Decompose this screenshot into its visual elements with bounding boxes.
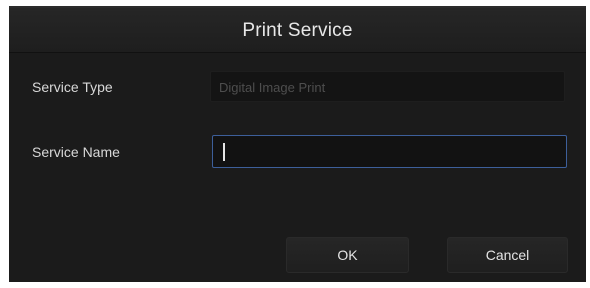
- text-caret: [223, 143, 225, 161]
- service-name-label: Service Name: [32, 144, 120, 160]
- dialog-title: Print Service: [242, 20, 353, 41]
- ok-button[interactable]: OK: [286, 237, 409, 273]
- service-type-value: Digital Image Print: [219, 80, 326, 95]
- cancel-button[interactable]: Cancel: [447, 237, 568, 273]
- screen: Print Service Service Type Digital Image…: [0, 0, 590, 288]
- print-service-dialog: Print Service Service Type Digital Image…: [9, 6, 586, 282]
- service-type-label: Service Type: [32, 79, 113, 95]
- dialog-titlebar: Print Service: [9, 8, 586, 53]
- service-name-input[interactable]: [213, 136, 566, 167]
- service-name-field[interactable]: [212, 135, 567, 168]
- service-type-field: Digital Image Print: [210, 71, 565, 102]
